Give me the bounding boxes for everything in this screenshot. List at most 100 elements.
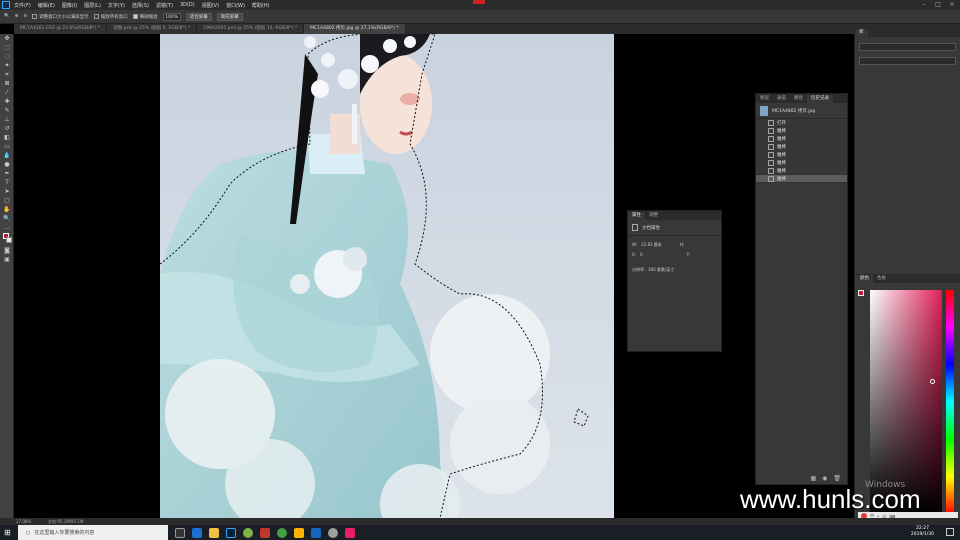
lasso-tool-icon[interactable]: ◌ [2,52,12,61]
windows-start-icon[interactable]: ⊞ [4,528,13,537]
menu-select[interactable]: 选择(S) [132,2,149,9]
fit-screen-button[interactable]: 适合屏幕 [185,12,212,21]
color-swatches-icon[interactable] [2,232,12,246]
zoom-tool-sidebar-icon[interactable]: 🔍 [2,214,12,223]
w-value[interactable]: 22.83 厘米 [641,242,662,248]
history-item[interactable]: 魔棒 [756,143,847,151]
taskbar-search-input[interactable]: ○ 在这里输入你要搜索的内容 [18,525,168,540]
tab-doc-3[interactable]: 19RA2001.psd @ 25% (图层 16, RGB/8*) * [197,24,305,34]
healing-tool-icon[interactable]: ✚ [2,97,12,106]
file-explorer-icon[interactable] [209,527,219,538]
crop-tool-icon[interactable]: ⌗ [2,70,12,79]
frame-tool-icon[interactable]: ⊠ [2,79,12,88]
library-search-input[interactable] [859,57,956,65]
quick-mask-icon[interactable]: ◙ [2,246,12,255]
maximize-icon[interactable]: □ [934,1,942,9]
tab-history[interactable]: 历史记录 [807,95,833,103]
x-value[interactable]: 0 [640,252,643,257]
blur-tool-icon[interactable]: 💧 [2,151,12,160]
tab-color[interactable]: 颜色 [856,275,873,283]
menu-type[interactable]: 文字(Y) [108,2,125,9]
pen-tool-icon[interactable]: ✒ [2,169,12,178]
tab-channels[interactable]: 通道 [773,95,790,103]
color-picker-cursor[interactable] [930,379,935,384]
menu-image[interactable]: 图像(I) [62,2,77,9]
tab-adjustments[interactable]: 调整 [645,212,662,220]
magic-wand-icon [768,135,774,142]
magic-wand-tool-icon[interactable]: ✦ [2,61,12,70]
document-icon [632,224,638,231]
menu-window[interactable]: 窗口(W) [226,2,245,9]
brush-tool-icon[interactable]: ✎ [2,106,12,115]
tab-library[interactable]: 库 [855,29,868,37]
dodge-tool-icon[interactable]: ● [2,160,12,169]
gradient-tool-icon[interactable]: ▭ [2,142,12,151]
tab-layers[interactable]: 图层 [756,95,773,103]
stamp-tool-icon[interactable]: ⊥ [2,115,12,124]
zoom-out-icon[interactable]: ⊖ [23,14,27,19]
foreground-color-swatch[interactable] [858,290,864,296]
zoom-in-icon[interactable]: ⊕ [15,14,19,19]
taskbar-clock[interactable]: 22:27 2019/1/30 [911,526,934,538]
app-icon-red[interactable] [260,527,270,538]
history-item[interactable]: 魔棒 [756,135,847,143]
properties-panel: 属性 调整 文档属性 W: 22.83 厘米 H: X: 0 Y: 分辨率：30… [627,210,722,352]
close-icon[interactable]: × [948,1,956,9]
hand-tool-icon[interactable]: ✋ [2,205,12,214]
menu-filter[interactable]: 滤镜(T) [156,2,173,9]
path-select-icon[interactable]: ➤ [2,187,12,196]
trash-icon[interactable]: 🗑 [833,475,841,482]
tab-doc-1[interactable]: MC1A4161.CR2 @ 22.6%(RGB/8*) * [14,24,108,34]
screen-mode-icon[interactable]: ▣ [2,255,12,264]
library-dropdown[interactable] [859,43,956,51]
menu-layer[interactable]: 图层(L) [84,2,101,9]
menu-3d[interactable]: 3D(D) [180,2,195,8]
photoshop-taskbar-icon[interactable] [226,527,236,538]
menu-help[interactable]: 帮助(H) [252,2,270,9]
history-item[interactable]: 魔棒 [756,159,847,167]
new-document-from-state-icon[interactable]: ▦ [810,475,816,482]
fill-screen-button[interactable]: 填充屏幕 [216,12,243,21]
app-icon-blue[interactable] [311,527,321,538]
app-icon-yellow[interactable] [294,527,304,538]
history-item-selected[interactable]: 魔棒 [756,175,847,183]
minimize-icon[interactable]: – [920,1,928,9]
more-tools-icon[interactable]: … [2,223,12,232]
type-tool-icon[interactable]: T [2,178,12,187]
tab-paths[interactable]: 路径 [790,95,807,103]
wechat-icon[interactable] [277,527,287,538]
tab-swatches[interactable]: 色板 [873,275,890,283]
zoom-all-option[interactable]: 缩放所有窗口 [93,13,128,20]
notification-icon[interactable] [946,528,954,536]
app-icon-gray[interactable] [328,527,338,538]
snapshot-camera-icon[interactable]: ◉ [822,475,827,482]
scrubby-zoom-option[interactable]: 细微缩放 [132,13,158,20]
tab-doc-2[interactable]: 试图.psd @ 25% (图层 0, RGB/8*) * [107,24,198,34]
document-image[interactable] [160,34,614,518]
tab-properties[interactable]: 属性 [628,212,645,220]
app-icon-pink[interactable] [345,527,355,538]
hue-slider[interactable] [946,290,954,514]
menu-edit[interactable]: 编辑(E) [38,2,55,9]
status-zoom[interactable]: 27.08% [16,519,40,524]
eraser-tool-icon[interactable]: ◧ [2,133,12,142]
history-snapshot[interactable]: MC1A4802 拷贝.jpg [756,103,847,119]
zoom-tool-icon[interactable]: 🔍 [4,14,10,19]
menu-view[interactable]: 视图(V) [202,2,219,9]
resize-windows-option[interactable]: 调整窗口大小以满屏显示 [32,13,89,20]
app-icon-green[interactable] [243,527,253,538]
edge-icon[interactable] [192,527,202,538]
history-item[interactable]: 魔棒 [756,127,847,135]
history-item[interactable]: 魔棒 [756,167,847,175]
tab-doc-active[interactable]: MC1A4802 拷贝.jpg @ 27.1%(RGB/8*) * [304,24,406,34]
zoom-percent-field[interactable]: 100% [162,12,181,21]
menu-file[interactable]: 文件(F) [14,2,31,9]
marquee-tool-icon[interactable]: ⬚ [2,43,12,52]
shape-tool-icon[interactable]: ▢ [2,196,12,205]
task-view-icon[interactable] [175,527,185,538]
history-item[interactable]: 打开 [756,119,847,127]
history-brush-icon[interactable]: ↺ [2,124,12,133]
move-tool-icon[interactable]: ✥ [2,34,12,43]
eyedropper-tool-icon[interactable]: ⁄ [2,88,12,97]
history-item[interactable]: 魔棒 [756,151,847,159]
